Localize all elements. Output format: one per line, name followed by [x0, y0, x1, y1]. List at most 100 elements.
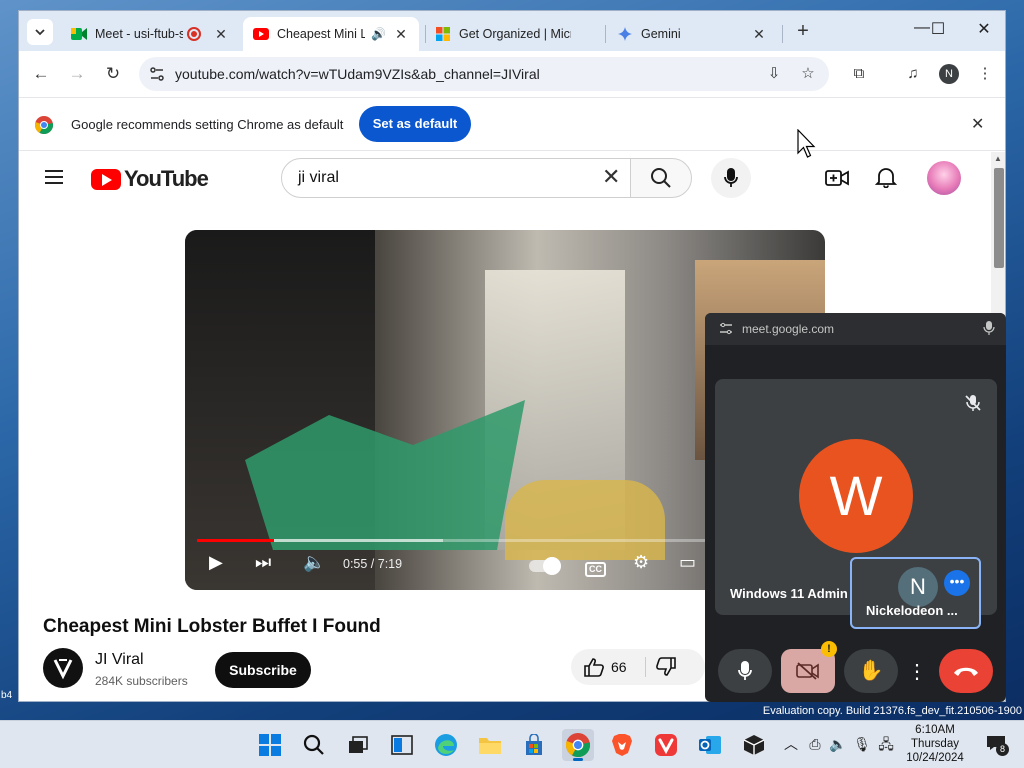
- scroll-up-arrow-icon[interactable]: ▲: [994, 154, 1002, 163]
- clock-time: 6:10AM: [915, 724, 955, 736]
- reload-button[interactable]: ↻: [102, 65, 124, 83]
- volume-button[interactable]: 🔈: [303, 552, 325, 572]
- account-avatar[interactable]: [927, 161, 961, 195]
- notifications-button[interactable]: 8: [986, 735, 1009, 756]
- task-view-button[interactable]: [342, 729, 374, 761]
- thumbs-up-icon[interactable]: [583, 657, 605, 677]
- windows-logo-icon: [259, 734, 281, 756]
- file-explorer-app[interactable]: [474, 729, 506, 761]
- widgets-button[interactable]: [386, 729, 418, 761]
- gemini-icon: [617, 26, 633, 42]
- pen-device-icon[interactable]: ⎙: [806, 736, 824, 752]
- subscriber-count: 284K subscribers: [95, 674, 188, 688]
- youtube-icon: [253, 26, 269, 42]
- chrome-icon: [566, 733, 590, 757]
- speaker-icon[interactable]: 🔊: [371, 27, 386, 41]
- notification-count: 8: [996, 743, 1009, 756]
- hamburger-menu-icon[interactable]: [45, 170, 63, 184]
- edge-app[interactable]: [430, 729, 462, 761]
- tab-search-button[interactable]: [27, 19, 53, 45]
- outlook-app[interactable]: [694, 729, 726, 761]
- volume-tray-icon[interactable]: 🔈: [829, 736, 847, 752]
- scroll-thumb[interactable]: [994, 168, 1004, 268]
- tab-meet[interactable]: Meet - usi-ftub-s ✕: [61, 17, 239, 51]
- edge-icon: [435, 734, 457, 756]
- back-button[interactable]: ←: [30, 65, 52, 83]
- next-video-button[interactable]: ⏭: [255, 552, 271, 572]
- settings-gear-icon[interactable]: ⚙: [633, 552, 649, 572]
- channel-avatar[interactable]: [43, 648, 83, 688]
- microphone-tray-icon[interactable]: 🎙: [853, 736, 871, 752]
- start-button[interactable]: [254, 729, 286, 761]
- tab-microsoft[interactable]: Get Organized | Micr: [425, 17, 605, 51]
- close-window-button[interactable]: ✕: [969, 19, 999, 39]
- network-icon[interactable]: 🖧: [877, 736, 895, 752]
- tab-label: Get Organized | Micr: [459, 27, 571, 41]
- thumbs-down-icon[interactable]: [655, 657, 677, 677]
- show-hidden-icons-chevron-icon[interactable]: ︿: [782, 736, 800, 752]
- close-icon[interactable]: ✕: [393, 26, 409, 43]
- close-icon[interactable]: ✕: [213, 26, 229, 43]
- channel-name[interactable]: JI Viral: [95, 651, 144, 669]
- voice-search-button[interactable]: [711, 158, 751, 198]
- task-view-icon: [349, 736, 368, 753]
- infobar-message: Google recommends setting Chrome as defa…: [71, 117, 344, 132]
- tab-gemini[interactable]: Gemini ✕: [607, 17, 777, 51]
- profile-avatar[interactable]: N: [939, 64, 959, 84]
- bookmark-star-icon[interactable]: ☆: [799, 65, 817, 83]
- package-app[interactable]: [738, 729, 770, 761]
- captions-button[interactable]: CC: [585, 556, 606, 577]
- subscribe-button[interactable]: Subscribe: [215, 652, 311, 688]
- close-icon[interactable]: ✕: [971, 114, 984, 134]
- close-icon[interactable]: ✕: [751, 26, 767, 43]
- media-controls-icon[interactable]: ♫: [903, 65, 923, 83]
- site-settings-icon[interactable]: [149, 66, 165, 82]
- brave-app[interactable]: [606, 729, 638, 761]
- mouse-cursor-icon: [797, 129, 816, 158]
- tab-youtube[interactable]: Cheapest Mini Lo 🔊 ✕: [243, 17, 419, 51]
- microphone-icon: [983, 321, 995, 335]
- tab-label: Gemini: [641, 27, 681, 41]
- video-title: Cheapest Mini Lobster Buffet I Found: [43, 616, 381, 637]
- store-app[interactable]: [518, 729, 550, 761]
- toggle-camera-button[interactable]: !: [781, 641, 837, 693]
- kebab-icon: ⋮: [907, 660, 927, 683]
- microphone-icon: [738, 661, 752, 680]
- leave-call-button[interactable]: [939, 649, 993, 693]
- toggle-mic-button[interactable]: [718, 649, 772, 693]
- tune-icon[interactable]: [719, 322, 733, 336]
- miniplayer-icon[interactable]: ▭: [679, 552, 696, 572]
- address-bar[interactable]: youtube.com/watch?v=wTUdam9VZIs&ab_chann…: [139, 57, 829, 91]
- youtube-logo[interactable]: YouTube: [91, 166, 209, 192]
- install-app-icon[interactable]: ⇩: [765, 65, 783, 83]
- more-options-kebab[interactable]: ⋮: [906, 649, 928, 693]
- mic-muted-icon: [965, 395, 981, 411]
- chrome-logo-icon: [35, 116, 53, 134]
- raise-hand-icon: ✋: [858, 660, 884, 682]
- store-icon: [526, 734, 542, 755]
- vivaldi-app[interactable]: [650, 729, 682, 761]
- menu-kebab-icon[interactable]: ⋮: [975, 65, 995, 83]
- search-button[interactable]: [630, 158, 692, 198]
- search-input[interactable]: ji viral ✕: [281, 158, 631, 198]
- forward-button[interactable]: →: [66, 65, 88, 83]
- extensions-icon[interactable]: ⧉: [849, 65, 869, 83]
- maximize-button[interactable]: ☐: [923, 19, 953, 39]
- evaluation-watermark: Evaluation copy. Build 21376.fs_dev_fit.…: [762, 705, 1022, 717]
- clear-search-icon[interactable]: ✕: [602, 166, 620, 188]
- browser-toolbar: ← → ↻ youtube.com/watch?v=wTUdam9VZIs&ab…: [19, 51, 1005, 97]
- autoplay-toggle[interactable]: [529, 556, 561, 576]
- more-options-button[interactable]: •••: [944, 570, 970, 596]
- set-as-default-button[interactable]: Set as default: [359, 106, 471, 142]
- notifications-bell-icon[interactable]: [875, 166, 897, 188]
- self-tile[interactable]: N ••• Nickelodeon ...: [850, 557, 981, 629]
- brave-icon: [612, 734, 632, 756]
- tab-strip: Meet - usi-ftub-s ✕ Cheapest Mini Lo 🔊 ✕…: [19, 11, 1005, 51]
- chrome-app[interactable]: [562, 729, 594, 761]
- new-tab-button[interactable]: +: [792, 21, 814, 41]
- search-taskbar-button[interactable]: [298, 729, 330, 761]
- create-video-icon[interactable]: [825, 168, 849, 188]
- play-button[interactable]: ▶: [209, 552, 223, 572]
- taskbar-clock[interactable]: 6:10AM Thursday 10/24/2024: [900, 723, 970, 765]
- raise-hand-button[interactable]: ✋: [844, 649, 898, 693]
